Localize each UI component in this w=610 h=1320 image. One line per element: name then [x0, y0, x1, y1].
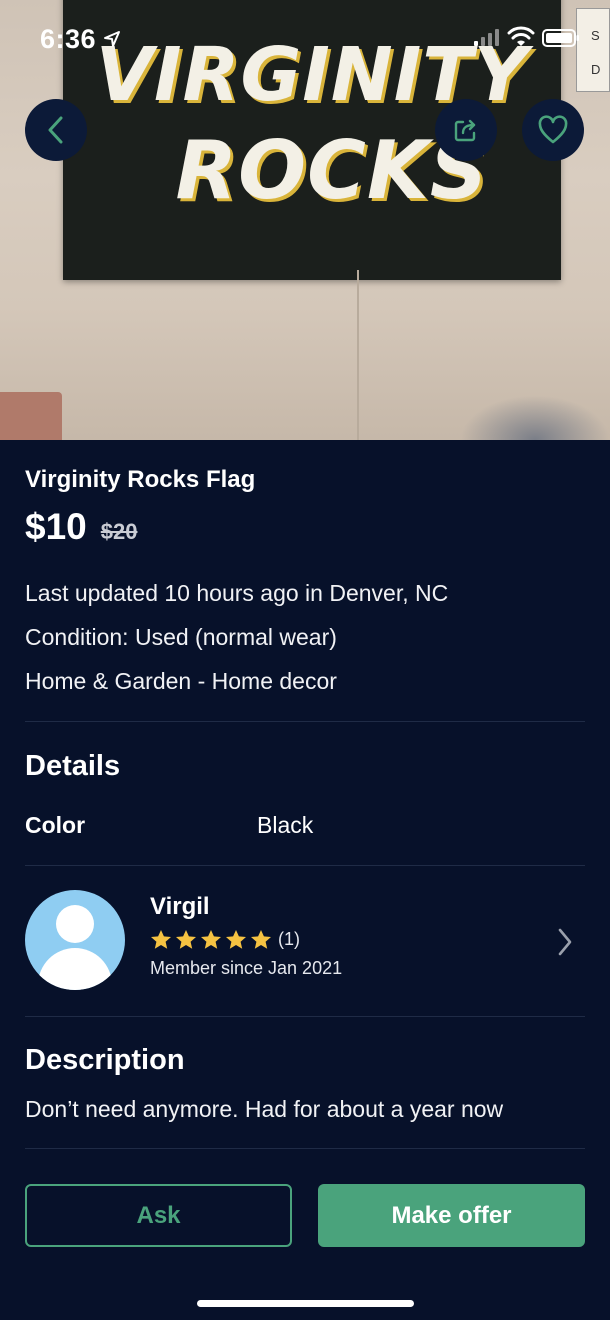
divider: [25, 1016, 585, 1017]
star-icon: [201, 930, 221, 949]
wall-seam: [357, 270, 359, 440]
last-updated: Last updated 10 hours ago in Denver, NC: [25, 580, 449, 606]
share-icon: [454, 119, 476, 142]
furniture: [0, 392, 62, 440]
divider: [25, 721, 585, 722]
color-label: Color: [25, 812, 86, 838]
avatar-head: [56, 905, 94, 943]
ask-button[interactable]: Ask: [25, 1184, 292, 1247]
divider: [25, 1148, 585, 1149]
flag-text-line2: ROCKS: [175, 124, 489, 217]
heart-icon: [538, 115, 568, 144]
avatar: [25, 890, 125, 990]
chevron-left-icon: [48, 116, 63, 144]
seller-name: Virgil: [150, 893, 210, 920]
home-indicator[interactable]: [197, 1300, 414, 1307]
favorite-button[interactable]: [522, 99, 584, 161]
details-heading: Details: [25, 750, 121, 782]
back-button[interactable]: [25, 99, 87, 161]
category[interactable]: Home & Garden - Home decor: [25, 668, 337, 695]
cellular-signal-icon: [474, 29, 499, 46]
status-bar: 6:36: [0, 0, 610, 80]
share-button[interactable]: [435, 99, 497, 161]
avatar-body: [38, 948, 112, 990]
battery-icon: [542, 29, 579, 47]
condition: Condition: Used (normal wear): [25, 624, 337, 650]
seller-card[interactable]: Virgil (1) Member since Jan 2021: [25, 890, 585, 994]
description-text: Don’t need anymore. Had for about a year…: [25, 1096, 504, 1122]
member-since: Member since Jan 2021: [150, 958, 343, 978]
floor-shadow: [460, 395, 610, 440]
star-icon: [251, 930, 271, 949]
seller-rating: (1): [150, 929, 300, 950]
listing-title: Virginity Rocks Flag: [25, 466, 256, 493]
star-icon: [176, 930, 196, 949]
wifi-icon: [507, 26, 535, 46]
divider: [25, 865, 585, 866]
current-price: $10: [25, 506, 87, 547]
make-offer-button[interactable]: Make offer: [318, 1184, 585, 1247]
star-icon: [226, 930, 246, 949]
location-arrow-icon: [104, 31, 120, 47]
description-heading: Description: [25, 1044, 185, 1076]
status-time: 6:36: [40, 24, 97, 54]
chevron-right-icon: [558, 928, 572, 956]
price-row: $10 $20: [25, 506, 137, 548]
original-price: $20: [100, 519, 138, 544]
color-value: Black: [257, 812, 314, 838]
star-icon: [151, 930, 171, 949]
rating-count: (1): [278, 929, 300, 949]
